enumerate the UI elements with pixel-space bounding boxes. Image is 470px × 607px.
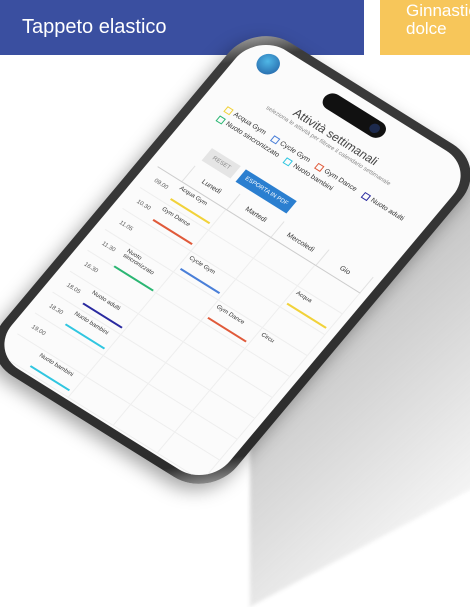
checkbox-icon[interactable] xyxy=(215,115,226,125)
checkbox-icon[interactable] xyxy=(313,162,325,172)
legend-label: Cycle Gym xyxy=(278,140,312,164)
checkbox-icon[interactable] xyxy=(282,157,294,167)
legend-item[interactable]: Nuoto adulti xyxy=(360,191,406,223)
checkbox-icon[interactable] xyxy=(269,135,281,145)
camera-icon xyxy=(366,121,382,135)
legend-label: Nuoto bambini xyxy=(291,162,335,193)
tab-label: Ginnastica dolce xyxy=(406,1,470,38)
checkbox-icon[interactable] xyxy=(223,106,234,116)
tab-label: Tappeto elastico xyxy=(22,16,167,38)
tab-tappeto-elastico[interactable]: Tappeto elastico xyxy=(0,0,364,55)
legend-label: Nuoto adulti xyxy=(368,197,406,223)
club-logo-icon xyxy=(251,49,285,79)
tab-ginnastica-dolce[interactable]: Ginnastica dolce xyxy=(380,0,470,55)
checkbox-icon[interactable] xyxy=(360,191,371,201)
